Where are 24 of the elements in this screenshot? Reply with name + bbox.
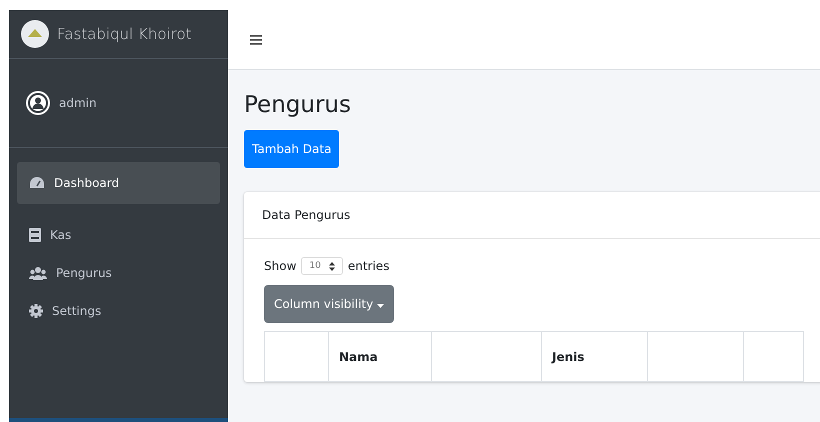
card-title: Data Pengurus	[262, 208, 350, 222]
sidebar-item[interactable]: Dashboard	[17, 162, 220, 204]
sidebar-item[interactable]: Kas	[17, 216, 220, 254]
book-icon	[29, 228, 41, 242]
logo-icon	[21, 20, 49, 48]
show-label: Show	[264, 259, 296, 273]
page-size-select[interactable]: 10	[301, 257, 343, 275]
add-data-button[interactable]: Tambah Data	[244, 130, 340, 168]
column-header[interactable]: Jenis	[542, 332, 648, 382]
column-header[interactable]: Nama	[328, 332, 432, 382]
settings-icon	[29, 304, 43, 318]
column-visibility-button[interactable]: Column visibility	[264, 285, 394, 323]
up-down-arrows-icon	[328, 262, 335, 270]
users-icon	[29, 266, 47, 280]
entries-label: entries	[348, 259, 390, 273]
user-avatar-icon	[25, 90, 51, 116]
gauge-icon	[29, 176, 45, 190]
menu-icon[interactable]	[250, 34, 262, 44]
brand-name[interactable]: Fastabiqul Khoirot	[57, 25, 192, 43]
sidebar-item[interactable]: Pengurus	[17, 254, 220, 292]
caret-icon	[377, 304, 384, 308]
sidebar-item[interactable]: Settings	[17, 292, 220, 330]
page-title: Pengurus	[244, 92, 351, 118]
user-name[interactable]: admin	[59, 96, 97, 110]
